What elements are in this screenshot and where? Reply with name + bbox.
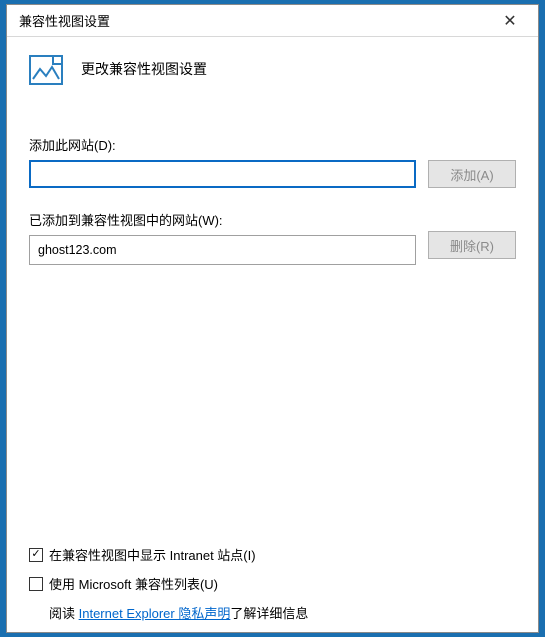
checkbox-icon: ✓ xyxy=(29,548,43,562)
ms-list-checkbox-label: 使用 Microsoft 兼容性列表(U) xyxy=(49,574,218,593)
titlebar: 兼容性视图设置 ✕ xyxy=(7,5,538,37)
header-row: 更改兼容性视图设置 xyxy=(29,55,516,85)
privacy-link[interactable]: Internet Explorer 隐私声明 xyxy=(79,606,231,621)
websites-list-label: 已添加到兼容性视图中的网站(W): xyxy=(29,210,416,229)
add-button[interactable]: 添加(A) xyxy=(428,160,516,188)
list-col: 已添加到兼容性视图中的网站(W): ghost123.com xyxy=(29,210,416,265)
content-area: 更改兼容性视图设置 添加此网站(D): 添加(A) 已添加到兼容性视图中的网站(… xyxy=(7,37,538,632)
dialog-window: 兼容性视图设置 ✕ 更改兼容性视图设置 添加此网站(D): 添加(A xyxy=(6,4,539,633)
remove-button[interactable]: 删除(R) xyxy=(428,231,516,259)
add-website-row: 添加(A) xyxy=(29,160,516,188)
list-row: 已添加到兼容性视图中的网站(W): ghost123.com 删除(R) xyxy=(29,210,516,531)
window-title: 兼容性视图设置 xyxy=(19,11,110,30)
list-side: 删除(R) xyxy=(428,210,516,259)
ms-list-checkbox-row[interactable]: 使用 Microsoft 兼容性列表(U) xyxy=(29,574,516,593)
list-item[interactable]: ghost123.com xyxy=(38,242,407,258)
add-website-label: 添加此网站(D): xyxy=(29,135,516,154)
close-button[interactable]: ✕ xyxy=(490,7,530,35)
info-prefix: 阅读 xyxy=(49,606,79,621)
add-website-input[interactable] xyxy=(29,160,416,188)
checkbox-icon xyxy=(29,577,43,591)
close-icon: ✕ xyxy=(503,11,516,31)
compatibility-icon xyxy=(29,55,63,85)
websites-listbox[interactable]: ghost123.com xyxy=(29,235,416,265)
intranet-checkbox-label: 在兼容性视图中显示 Intranet 站点(I) xyxy=(49,545,256,564)
intranet-checkbox-row[interactable]: ✓ 在兼容性视图中显示 Intranet 站点(I) xyxy=(29,545,516,564)
header-title: 更改兼容性视图设置 xyxy=(81,55,207,79)
info-row: 阅读 Internet Explorer 隐私声明了解详细信息 xyxy=(29,603,516,622)
info-suffix: 了解详细信息 xyxy=(230,606,308,621)
